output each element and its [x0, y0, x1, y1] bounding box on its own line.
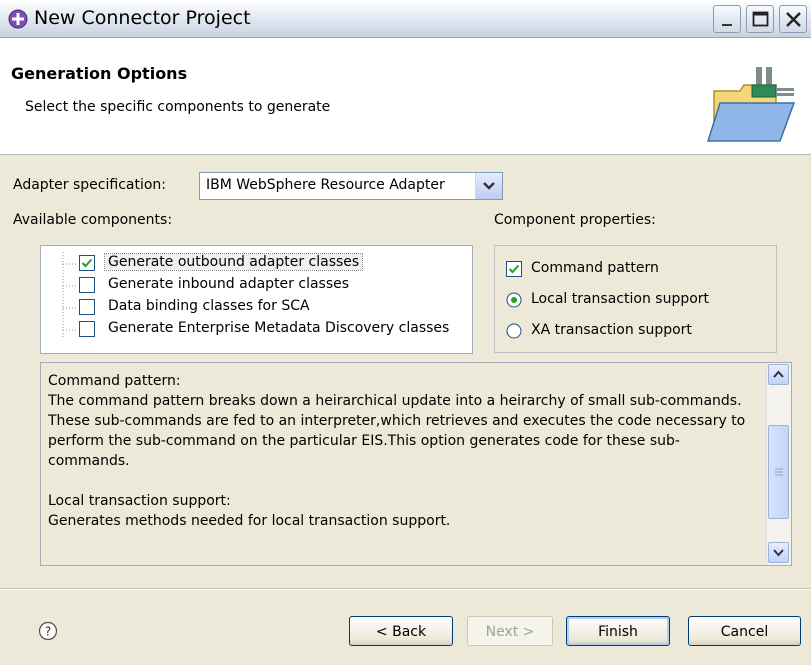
chevron-up-icon — [773, 370, 784, 378]
radio-unselected[interactable] — [506, 323, 522, 339]
checkbox-unchecked[interactable] — [79, 299, 95, 315]
components-tree: Generate outbound adapter classes Genera… — [40, 245, 473, 354]
connector-project-icon — [8, 9, 28, 29]
chevron-down-icon[interactable] — [475, 173, 502, 199]
page-description: Select the specific components to genera… — [25, 99, 331, 115]
tree-item-label: Generate outbound adapter classes — [103, 253, 364, 271]
wizard-header: Generation Options Select the specific c… — [0, 38, 811, 155]
adapter-spec-select[interactable]: IBM WebSphere Resource Adapter — [199, 172, 503, 200]
checkbox-unchecked[interactable] — [79, 321, 95, 337]
new-connector-project-dialog: New Connector Project Generation Options… — [0, 0, 811, 665]
cancel-button[interactable]: Cancel — [688, 616, 801, 646]
radio-selected[interactable] — [506, 292, 522, 308]
available-components-label: Available components: — [13, 212, 173, 228]
finish-button[interactable]: Finish — [566, 616, 670, 646]
adapter-spec-value: IBM WebSphere Resource Adapter — [206, 177, 445, 193]
page-title: Generation Options — [11, 64, 188, 83]
adapter-spec-label: Adapter specification: — [13, 177, 167, 193]
close-button[interactable] — [779, 5, 807, 33]
checkbox-unchecked[interactable] — [79, 277, 95, 293]
checkbox-checked[interactable] — [506, 261, 522, 277]
folder-connector-icon — [706, 63, 798, 151]
scrollbar-thumb[interactable] — [768, 425, 789, 519]
chevron-down-icon — [773, 549, 784, 557]
scroll-down-button[interactable] — [768, 542, 789, 563]
window-title: New Connector Project — [34, 7, 251, 29]
description-area[interactable]: Command pattern: The command pattern bre… — [40, 362, 792, 566]
tree-item-label: Generate inbound adapter classes — [108, 276, 350, 292]
title-bar[interactable]: New Connector Project — [0, 0, 811, 38]
description-text: Command pattern: The command pattern bre… — [48, 373, 746, 529]
minimize-button[interactable] — [713, 5, 741, 33]
help-icon[interactable]: ? — [38, 621, 58, 645]
maximize-button[interactable] — [746, 5, 774, 33]
xa-transaction-label: XA transaction support — [531, 322, 692, 338]
command-pattern-label: Command pattern — [531, 260, 659, 276]
component-properties-panel: Command pattern Local transaction suppor… — [494, 245, 777, 353]
minimize-icon — [722, 24, 732, 26]
scroll-up-button[interactable] — [768, 364, 789, 385]
tree-item-label: Data binding classes for SCA — [108, 298, 310, 314]
back-button[interactable]: < Back — [349, 616, 453, 646]
close-icon — [786, 12, 801, 27]
component-properties-label: Component properties: — [494, 212, 656, 228]
tree-item-label: Generate Enterprise Metadata Discovery c… — [108, 320, 450, 336]
svg-text:?: ? — [45, 625, 51, 639]
next-button[interactable]: Next > — [467, 616, 553, 646]
maximize-icon — [752, 11, 769, 27]
footer-separator — [0, 588, 811, 590]
local-transaction-label: Local transaction support — [531, 291, 710, 307]
vertical-scrollbar[interactable] — [766, 363, 791, 565]
checkbox-checked[interactable] — [79, 255, 95, 271]
grip-icon — [775, 468, 783, 476]
